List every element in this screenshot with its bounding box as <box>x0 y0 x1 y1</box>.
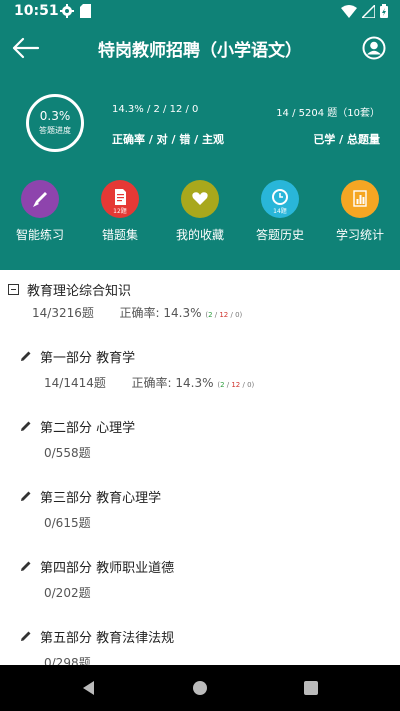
part-item[interactable]: 第五部分 教育法律法规 0/298题 <box>0 626 400 665</box>
progress-value: 0.3% <box>39 109 71 123</box>
part-item[interactable]: 第三部分 教育心理学 0/615题 <box>0 486 400 556</box>
history-count-badge: 14题 <box>273 208 287 215</box>
chapter-list: 教育理论综合知识 14/3216题 正确率: 14.3% (2 / 12 / 0… <box>0 270 400 665</box>
section-stats: 14/3216题 正确率: 14.3% (2 / 12 / 0) <box>32 304 242 321</box>
part-stats: 0/202题 <box>44 584 91 601</box>
status-bar: 10:51 <box>0 0 400 24</box>
section-accuracy: 正确率: 14.3% <box>119 306 202 320</box>
part-title: 第一部分 教育学 <box>40 350 136 366</box>
wifi-icon <box>341 4 357 18</box>
part-accuracy: 正确率: 14.3% <box>131 376 214 390</box>
shortcut-smart-practice[interactable]: 智能练习 <box>0 180 80 243</box>
part-count: 0/298题 <box>44 656 91 665</box>
wrong-count-badge: 12题 <box>113 208 127 215</box>
learned-stats-labels: 已学 / 总题量 <box>313 133 380 146</box>
sd-card-icon <box>80 4 91 18</box>
section-count: 14/3216题 <box>32 306 94 320</box>
part-stats: 0/298题 <box>44 654 91 665</box>
recents-nav-icon[interactable] <box>302 679 320 697</box>
part-title: 第五部分 教育法律法规 <box>40 630 175 646</box>
rocket-icon <box>21 180 59 218</box>
part-item[interactable]: 第二部分 心理学 0/558题 <box>0 416 400 486</box>
part-stats: 14/1414题 正确率: 14.3% (2 / 12 / 0) <box>44 374 254 391</box>
part-count: 0/558题 <box>44 446 91 460</box>
shortcut-wrong-questions[interactable]: 12题 错题集 <box>80 180 160 243</box>
signal-icon <box>362 4 375 18</box>
status-time: 10:51 <box>14 3 59 19</box>
part-title: 第二部分 心理学 <box>40 420 136 436</box>
part-title: 第四部分 教师职业道德 <box>40 560 175 576</box>
shortcut-answer-history[interactable]: 14题 答题历史 <box>240 180 320 243</box>
learned-stats-values: 14 / 5204 题（10套） <box>276 108 380 119</box>
shortcut-favorites[interactable]: 我的收藏 <box>160 180 240 243</box>
section-rate-detail: (2 / 12 / 0) <box>205 311 243 319</box>
header: 特岗教师招聘（小学语文） 0.3% 答题进度 14.3% / 2 / 12 / … <box>0 24 400 270</box>
shortcut-label: 答题历史 <box>255 228 304 242</box>
profile-icon[interactable] <box>362 36 386 60</box>
shortcut-label: 错题集 <box>101 228 138 242</box>
system-nav-bar <box>0 665 400 711</box>
part-stats: 0/558题 <box>44 444 91 461</box>
shortcut-study-stats[interactable]: 学习统计 <box>320 180 400 243</box>
accuracy-stats-labels: 正确率 / 对 / 错 / 主观 <box>112 133 225 146</box>
part-title: 第三部分 教育心理学 <box>40 490 162 506</box>
nav-row: 特岗教师招聘（小学语文） <box>0 24 400 72</box>
part-item[interactable]: 第四部分 教师职业道德 0/202题 <box>0 556 400 626</box>
shortcut-label: 学习统计 <box>335 228 384 242</box>
collapse-icon[interactable] <box>8 283 19 295</box>
part-rate-detail: (2 / 12 / 0) <box>217 381 255 389</box>
part-count: 14/1414题 <box>44 376 106 390</box>
section-title: 教育理论综合知识 <box>27 283 132 299</box>
shortcut-bar: 智能练习 12题 错题集 我的收藏 14题 答题历史 学习统计 <box>0 180 400 250</box>
part-count: 0/202题 <box>44 586 91 600</box>
pencil-icon <box>21 421 31 431</box>
history-icon: 14题 <box>261 180 299 218</box>
home-nav-icon[interactable] <box>191 679 209 697</box>
back-nav-icon[interactable] <box>80 679 98 697</box>
heart-icon <box>181 180 219 218</box>
pencil-icon <box>21 561 31 571</box>
shortcut-label: 我的收藏 <box>175 228 224 242</box>
part-item[interactable]: 第一部分 教育学 14/1414题 正确率: 14.3% (2 / 12 / 0… <box>0 346 400 416</box>
progress-ring: 0.3% 答题进度 <box>26 94 84 152</box>
part-stats: 0/615题 <box>44 514 91 531</box>
pencil-icon <box>21 491 31 501</box>
wrong-book-icon: 12题 <box>101 180 139 218</box>
section-header[interactable]: 教育理论综合知识 <box>8 278 131 300</box>
accuracy-stats-values: 14.3% / 2 / 12 / 0 <box>112 104 199 115</box>
status-system-icons <box>341 4 388 18</box>
bar-chart-icon <box>341 180 379 218</box>
status-notification-icons <box>60 4 91 18</box>
part-count: 0/615题 <box>44 516 91 530</box>
shortcut-label: 智能练习 <box>15 228 64 242</box>
battery-icon <box>380 4 388 18</box>
progress-label: 答题进度 <box>39 126 71 135</box>
settings-gear-icon <box>60 4 74 18</box>
pencil-icon <box>21 631 31 641</box>
pencil-icon <box>21 351 31 361</box>
page-title: 特岗教师招聘（小学语文） <box>98 41 302 61</box>
